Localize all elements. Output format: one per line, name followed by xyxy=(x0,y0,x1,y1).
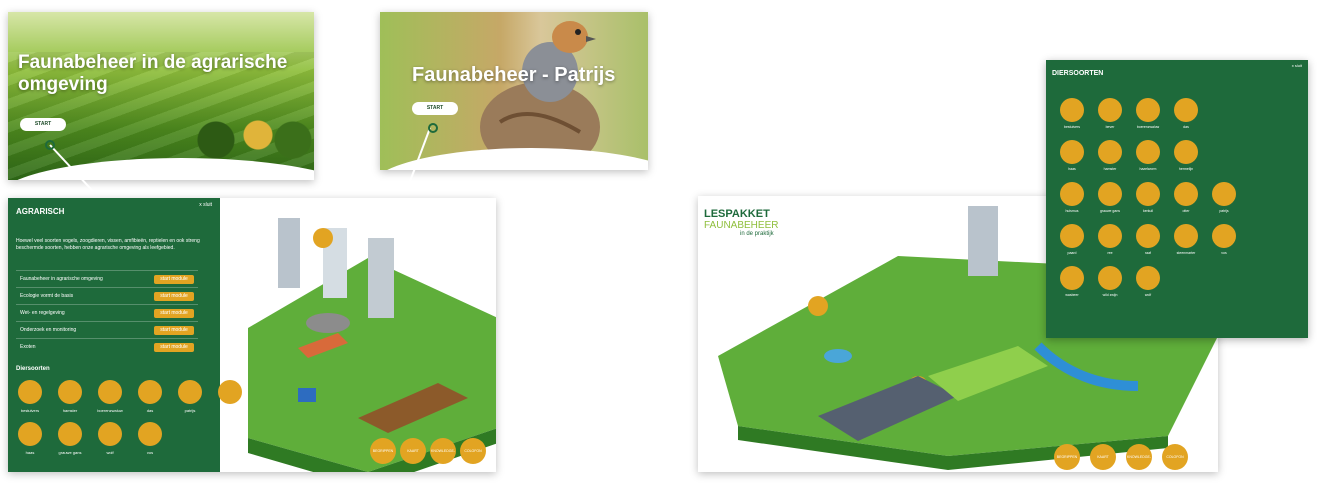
animal-label: bever xyxy=(1105,125,1115,129)
kaart-button[interactable]: KAART SAMENVATTEN xyxy=(400,438,426,464)
horse-icon[interactable]: paard xyxy=(1060,224,1084,255)
animal-label: vos xyxy=(1221,251,1227,255)
start-module-button[interactable]: start module xyxy=(154,274,194,284)
animal-label: vos xyxy=(146,450,154,455)
begrippen-button[interactable]: BEGRIPPEN xyxy=(370,438,396,464)
owl-icon[interactable]: uil xyxy=(218,380,242,413)
animal-label: bestuivers xyxy=(20,408,40,413)
animal-label: patrijs xyxy=(1219,209,1229,213)
begrippen-button[interactable]: BEGRIPPEN xyxy=(1054,444,1080,470)
animal-label: uil xyxy=(227,408,232,413)
start-module-button[interactable]: start module xyxy=(154,308,194,318)
animal-label: hamster xyxy=(62,408,78,413)
animal-label: haas xyxy=(25,450,35,455)
animal-label: steenmarter xyxy=(1176,251,1196,255)
animal-label: boerenzwaluw xyxy=(1136,125,1160,129)
isometric-map: BEGRIPPEN KAART SAMENVATTEN KNOWLEDGE-DR… xyxy=(208,198,496,472)
bee-icon[interactable]: bestuivers xyxy=(1060,98,1084,129)
module-row: Exoten start module xyxy=(16,338,198,355)
deer-icon[interactable]: ree xyxy=(1098,224,1122,255)
start-module-button[interactable]: start module xyxy=(154,291,194,301)
animal-label: grauwe gans xyxy=(1099,209,1121,213)
swallow-icon[interactable]: boerenzwaluw xyxy=(1136,98,1160,129)
animal-label: hazelworm xyxy=(1139,167,1157,171)
module-label: Ecologie vormt de basis xyxy=(20,293,74,299)
popup-title: DIERSOORTEN xyxy=(1052,70,1104,77)
wolf-icon[interactable]: wolf xyxy=(1136,266,1160,297)
animal-label: boerenzwaluw xyxy=(97,408,123,413)
fox-icon[interactable]: vos xyxy=(1212,224,1236,255)
sidebar-intro: Hoewel veel soorten vogels, zoogdieren, … xyxy=(16,238,200,251)
swallow-icon[interactable]: boerenzwaluw xyxy=(97,380,123,413)
agrarisch-sidebar: AGRARISCH x sluit Hoewel veel soorten vo… xyxy=(8,198,242,472)
animal-label: raaf xyxy=(1144,251,1152,255)
diersoorten-heading: Diersoorten xyxy=(16,366,50,372)
partridge-icon[interactable]: patrijs xyxy=(178,380,202,413)
start-module-button[interactable]: start module xyxy=(154,342,194,352)
module-label: Onderzoek en monitoring xyxy=(20,327,77,333)
animal-label: wild zwijn xyxy=(1102,293,1118,297)
module-label: Wet- en regelgeving xyxy=(20,310,65,316)
animal-label: huismus xyxy=(1065,209,1079,213)
animal-label: kerkuil xyxy=(1142,209,1154,213)
hamster-icon[interactable]: hamster xyxy=(1098,140,1122,171)
animal-label: das xyxy=(146,408,154,413)
animal-label: bestuivers xyxy=(1064,125,1080,129)
beaver-icon[interactable]: bever xyxy=(1098,98,1122,129)
otter-icon[interactable]: otter xyxy=(1174,182,1198,213)
colofon-button[interactable]: COLOFON xyxy=(460,438,486,464)
sidebar-title: AGRARISCH xyxy=(16,207,65,216)
bee-icon[interactable]: bestuivers xyxy=(18,380,42,413)
module-row: Ecologie vormt de basis start module xyxy=(16,287,198,304)
module-row: Faunabeheer in agrarische omgeving start … xyxy=(16,270,198,287)
sparrow-icon[interactable]: huismus xyxy=(1060,182,1084,213)
animal-label: wolf xyxy=(106,450,114,455)
animal-label: patrijs xyxy=(184,408,196,413)
hare-icon[interactable]: haas xyxy=(18,422,42,455)
boar-icon[interactable]: wild zwijn xyxy=(1098,266,1122,297)
kaart-button[interactable]: KAART SAMENVATTEN xyxy=(1090,444,1116,470)
module-label: Exoten xyxy=(20,344,36,350)
game-button[interactable]: KNOWLEDGE-DRIVEN GAME xyxy=(1126,444,1152,470)
goose-icon[interactable]: grauwe gans xyxy=(1098,182,1122,213)
hare-icon[interactable]: haas xyxy=(1060,140,1084,171)
map-illustration xyxy=(248,218,496,472)
start-module-button[interactable]: start module xyxy=(154,325,194,335)
module-row: Onderzoek en monitoring start module xyxy=(16,321,198,338)
module-row: Wet- en regelgeving start module xyxy=(16,304,198,321)
wolf-icon[interactable]: wolf xyxy=(98,422,122,455)
animal-label: das xyxy=(1183,125,1189,129)
diersoorten-popup: DIERSOORTEN x sluit bestuivers bever boe… xyxy=(1046,60,1308,338)
animal-label: wolf xyxy=(1144,293,1152,297)
animal-label: haas xyxy=(1068,167,1076,171)
close-button[interactable]: x sluit xyxy=(199,202,212,208)
animal-label: paard xyxy=(1067,251,1077,255)
agrarisch-app-panel: BEGRIPPEN KAART SAMENVATTEN KNOWLEDGE-DR… xyxy=(8,198,496,472)
module-label: Faunabeheer in agrarische omgeving xyxy=(20,276,103,282)
colofon-button[interactable]: COLOFON xyxy=(1162,444,1188,470)
owl-icon[interactable]: kerkuil xyxy=(1136,182,1160,213)
badger-icon[interactable]: das xyxy=(138,380,162,413)
fox-icon[interactable]: vos xyxy=(138,422,162,455)
badger-icon[interactable]: das xyxy=(1174,98,1198,129)
module-list: Faunabeheer in agrarische omgeving start … xyxy=(16,270,198,355)
stoat-icon[interactable]: hermelijn xyxy=(1174,140,1198,171)
partridge-icon[interactable]: patrijs xyxy=(1212,182,1236,213)
close-button[interactable]: x sluit xyxy=(1292,63,1302,68)
game-button[interactable]: KNOWLEDGE-DRIVEN GAME xyxy=(430,438,456,464)
raccoon-icon[interactable]: wasbeer xyxy=(1060,266,1084,297)
goose-icon[interactable]: grauwe gans xyxy=(58,422,82,455)
animal-label: otter xyxy=(1182,209,1190,213)
marten-icon[interactable]: steenmarter xyxy=(1174,224,1198,255)
animal-label: grauwe gans xyxy=(58,450,82,455)
animal-label: ree xyxy=(1107,251,1113,255)
hamster-icon[interactable]: hamster xyxy=(58,380,82,413)
slowworm-icon[interactable]: hazelworm xyxy=(1136,140,1160,171)
animal-label: hamster xyxy=(1103,167,1117,171)
animal-label: wasbeer xyxy=(1065,293,1079,297)
raven-icon[interactable]: raaf xyxy=(1136,224,1160,255)
animal-label: hermelijn xyxy=(1178,167,1194,171)
